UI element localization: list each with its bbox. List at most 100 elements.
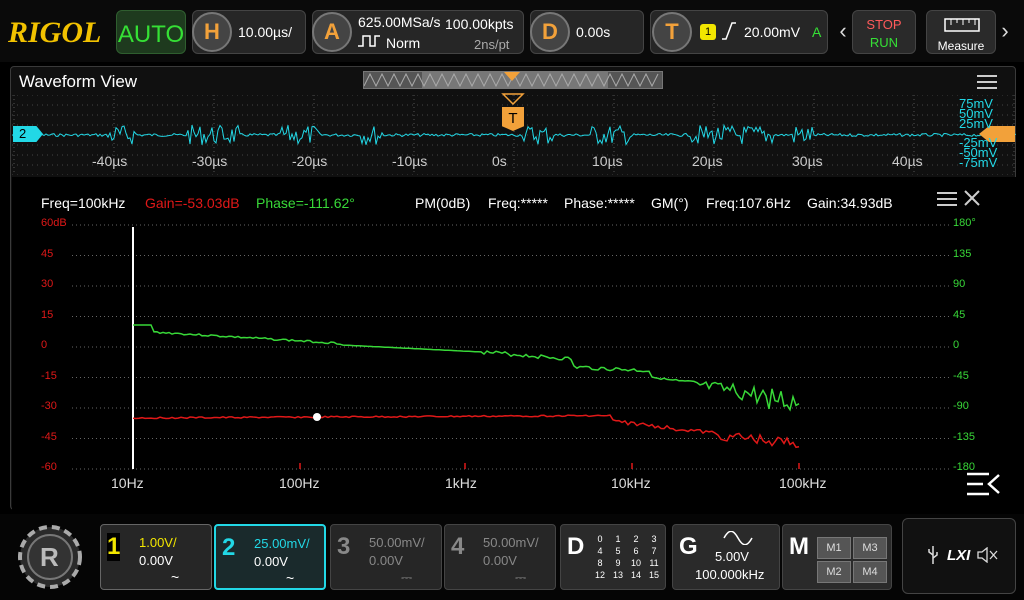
phase-trace xyxy=(133,324,800,412)
usb-icon xyxy=(928,546,938,564)
rigol-gear-icon[interactable]: R xyxy=(10,518,90,596)
trigger-mode: A xyxy=(812,24,822,40)
frequency-axis-label: 10kHz xyxy=(611,475,651,491)
digital-row: 12 13 14 15 xyxy=(591,569,663,581)
generator-key: G xyxy=(679,533,698,560)
gain-axis-label: 15 xyxy=(41,308,54,321)
channel-scale: 1.00V/ xyxy=(139,535,177,550)
stop-label: STOP xyxy=(866,17,902,32)
coupling-icon: ⎓ xyxy=(401,569,413,585)
auto-button[interactable]: AUTO xyxy=(116,10,186,54)
time-axis-label: 30µs xyxy=(792,153,823,169)
time-axis-label: -30µs xyxy=(192,153,228,169)
generator-amplitude: 5.00V xyxy=(715,549,749,564)
time-axis-label: 0s xyxy=(492,153,507,169)
channel-scale: 50.00mV/ xyxy=(369,535,425,550)
channel-number: 2 xyxy=(222,534,236,561)
math-m1-button[interactable]: M1 xyxy=(817,537,851,559)
channel-3-panel[interactable]: 3 50.00mV/0.00V ⎓ xyxy=(330,524,442,590)
phase-axis-label: 0 xyxy=(953,339,960,351)
measure-label: Measure xyxy=(937,39,985,53)
digital-channel-label: 6 xyxy=(633,546,639,556)
pulse-icon xyxy=(358,35,380,47)
waveform-menu-icon[interactable] xyxy=(977,75,997,89)
svg-text:R: R xyxy=(40,542,59,572)
digital-channel-label: 1 xyxy=(615,534,621,544)
chevron-left-icon[interactable]: ‹ xyxy=(836,10,850,52)
top-bar: RIGOL AUTO H 10.00µs/ A 625.00MSa/s 100.… xyxy=(0,0,1024,62)
acquire-mode: Norm xyxy=(386,35,421,51)
gain-axis-label: 60dB xyxy=(41,217,67,229)
horizontal-key[interactable]: H xyxy=(192,12,232,52)
stop-run-button[interactable]: STOP RUN xyxy=(852,10,916,54)
channel-offset: 0.00V xyxy=(483,553,517,568)
rising-edge-icon xyxy=(722,22,736,40)
sine-wave-icon xyxy=(723,531,753,545)
trigger-key[interactable]: T xyxy=(652,12,692,52)
time-axis-label: -20µs xyxy=(292,153,328,169)
digital-row: 8 9 10 11 xyxy=(591,557,663,569)
channel-4-panel[interactable]: 4 50.00mV/0.00V ⎓ xyxy=(444,524,556,590)
gain-axis-label: -15 xyxy=(41,369,57,382)
digital-channel-label: 4 xyxy=(597,546,603,556)
speaker-muted-icon[interactable] xyxy=(977,547,999,563)
gain-trace xyxy=(132,414,800,449)
chevron-right-icon[interactable]: › xyxy=(998,10,1012,52)
time-axis-label: 10µs xyxy=(592,153,623,169)
digital-channel-grid: 0 1 2 3 4 5 6 7 8 9 10 11 12 13 14 15 xyxy=(591,533,663,581)
measure-button[interactable]: Measure xyxy=(926,10,996,54)
gain-axis-label: 30 xyxy=(41,278,54,290)
waveform-view-panel: Waveform View 2 T -40µs -30µs -20µs -10µs 0s… xyxy=(10,66,1016,510)
trigger-source-badge: 1 xyxy=(700,24,716,40)
trigger-position-icon xyxy=(504,72,520,81)
status-panel: LXI xyxy=(902,518,1016,594)
digital-channel-label: 2 xyxy=(633,534,639,544)
channel-number: 1 xyxy=(107,533,121,561)
channel-2-panel[interactable]: 2 25.00mV/0.00V ~ xyxy=(214,524,326,590)
delay-value: 0.00s xyxy=(576,24,611,40)
run-label: RUN xyxy=(869,35,899,50)
math-m3-button[interactable]: M3 xyxy=(853,537,887,559)
trigger-arrow-icon xyxy=(501,93,525,105)
channel-offset: 0.00V xyxy=(254,554,288,569)
coupling-icon: ⎓ xyxy=(515,569,527,585)
channel-2-marker-label: 2 xyxy=(19,126,27,141)
time-axis-label: -40µs xyxy=(92,153,128,169)
time-resolution: 2ns/pt xyxy=(474,37,510,52)
gain-axis-label: -45 xyxy=(41,430,57,443)
digital-channel-label: 3 xyxy=(651,534,657,544)
delay-key[interactable]: D xyxy=(530,12,570,52)
generator-frequency: 100.000kHz xyxy=(695,567,765,582)
phase-axis-label: -90 xyxy=(953,400,969,412)
math-panel[interactable]: M M1 M3 M2 M4 xyxy=(782,524,892,590)
timebase-value: 10.00µs/ xyxy=(238,24,292,40)
trigger-time-label: T xyxy=(502,107,524,131)
coupling-icon: ~ xyxy=(286,570,295,586)
gain-axis-label: -30 xyxy=(41,400,57,412)
collapse-menu-icon[interactable] xyxy=(965,471,1001,497)
digital-row: 0 1 2 3 xyxy=(591,533,663,545)
trigger-level: 20.00mV xyxy=(744,24,801,40)
math-m2-button[interactable]: M2 xyxy=(817,561,851,583)
gain-axis-label: 0 xyxy=(41,339,48,351)
channel-offset: 0.00V xyxy=(139,553,173,568)
voltage-axis-label: 25mV xyxy=(959,116,993,131)
digital-channels-panel[interactable]: D 0 1 2 3 4 5 6 7 8 9 10 11 12 13 14 15 xyxy=(560,524,666,590)
gain-cursor-dot xyxy=(313,413,321,421)
frequency-axis-label: 10Hz xyxy=(111,475,144,491)
trigger-time-marker[interactable]: T xyxy=(501,93,525,133)
digital-channel-label: 5 xyxy=(615,546,621,556)
frequency-axis-label: 100Hz xyxy=(279,475,320,491)
time-axis-label: 20µs xyxy=(692,153,723,169)
acquire-key[interactable]: A xyxy=(312,12,352,52)
math-m4-button[interactable]: M4 xyxy=(853,561,887,583)
memory-overview-bar[interactable] xyxy=(363,71,663,89)
phase-axis-label: -45 xyxy=(953,369,969,382)
channel-1-panel[interactable]: 1 1.00V/0.00V ~ xyxy=(100,524,212,590)
generator-panel[interactable]: G 5.00V 100.000kHz xyxy=(672,524,780,590)
coupling-icon: ~ xyxy=(171,569,180,585)
digital-channel-label: 14 xyxy=(630,570,641,580)
digital-row: 4 5 6 7 xyxy=(591,545,663,557)
digital-channel-label: 15 xyxy=(648,570,659,580)
brand-logo: RIGOL xyxy=(8,16,102,49)
